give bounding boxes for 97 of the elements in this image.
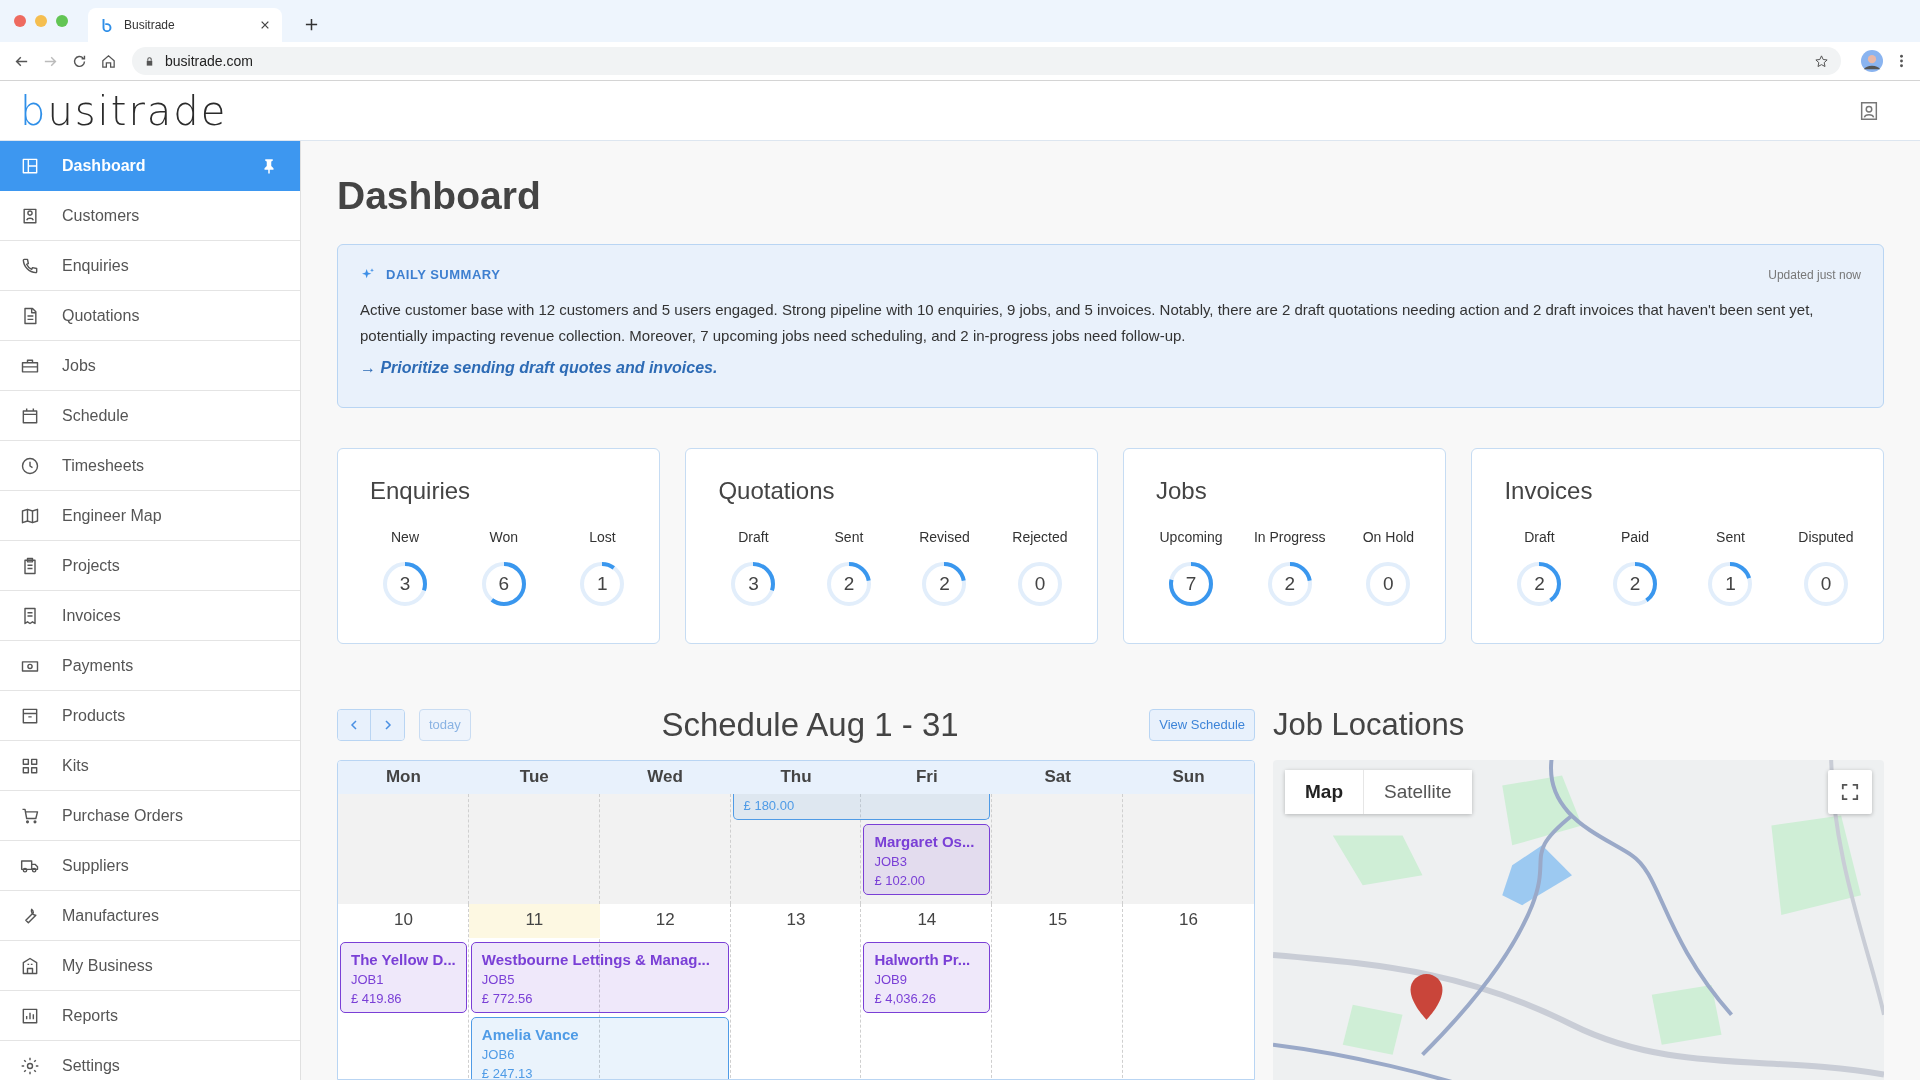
stat-label: Lost [589,528,616,545]
browser-tab[interactable]: Busitrade [88,8,282,42]
sidebar-item[interactable]: Settings [0,1041,300,1080]
updated-time: Updated just now [1768,267,1861,282]
home-icon[interactable] [100,52,117,70]
stat-label: Disputed [1798,528,1854,545]
address-bar[interactable]: busitrade.com [132,47,1841,75]
event-title: Halworth Pr... [874,950,972,968]
stat-label: Won [489,528,518,545]
stat-label: Revised [919,528,970,545]
lock-icon [144,55,155,67]
stat-label: Rejected [1012,528,1068,545]
card-title: Quotations [718,476,836,505]
event-job: JOB1 [351,971,385,987]
stat-label: Paid [1620,528,1649,545]
browser-menu-icon[interactable] [1899,53,1904,69]
date-number[interactable]: 10 [338,903,469,938]
map-type-button[interactable]: Map [1285,769,1363,814]
calendar-event[interactable]: Margaret Os... JOB3 £ 102.00 [863,823,991,895]
weekday-header: Sun [1171,767,1206,788]
sidebar-item[interactable]: Schedule [0,391,300,441]
close-tab-icon[interactable] [260,20,270,30]
event-job: JOB3 [874,853,908,869]
date-number[interactable]: 11 [468,903,600,938]
summary-title: DAILY SUMMARY [386,267,502,283]
sidebar-item[interactable]: Jobs [0,341,300,391]
stat-label: Upcoming [1159,528,1223,545]
stat-label: Draft [738,528,769,545]
weekday-header: Sat [1043,767,1072,788]
sidebar-item[interactable]: Projects [0,541,300,591]
card-title: Jobs [1156,476,1208,505]
account-icon[interactable] [1858,99,1880,122]
fullscreen-button[interactable] [1828,769,1872,814]
event-amount: £ 772.56 [481,990,534,1006]
event-title: Margaret Os... [874,832,976,850]
sidebar-item[interactable]: Products [0,691,300,741]
event-job: JOB6 [481,1046,516,1062]
map-title: Job Locations [1273,707,1466,742]
stat-label: New [391,528,419,545]
event-title: The Yellow D... [351,950,456,968]
sidebar-item[interactable]: Payments [0,641,300,691]
favicon-icon [100,18,114,32]
calendar-event[interactable]: Halworth Pr... JOB9 £ 4,036.26 [863,941,991,1013]
new-tab-icon[interactable] [304,17,319,32]
event-job: JOB5 [481,971,516,987]
card-title: Invoices [1504,476,1594,505]
weekday-header: Wed [646,767,684,788]
page-title: Dashboard [337,173,542,219]
sidebar-item[interactable]: Timesheets [0,441,300,491]
weekday-header: Fri [915,767,939,788]
bookmark-star-icon[interactable] [1814,53,1829,69]
sidebar-item[interactable]: Enquiries [0,241,300,291]
sidebar-item[interactable]: Customers [0,191,300,241]
event-title: Westbourne Lettings & Manag... [481,950,711,968]
summary-recommendation: → Prioritize sending draft quotes and invoices. [360,358,719,377]
date-number[interactable]: 13 [730,903,862,938]
clock-icon [20,455,40,476]
event-amount: £ 4,036.26 [874,990,937,1006]
fullscreen-icon [1841,782,1859,801]
stat-label: Sent [1716,528,1745,545]
stat-label: Draft [1524,528,1555,545]
sidebar-item[interactable]: Manufactures [0,891,300,941]
weekday-header: Mon [384,767,422,788]
busitrade-logo[interactable]: b usitrade [20,90,228,131]
sidebar-item[interactable]: My Business [0,941,300,991]
stat-label: On Hold [1362,528,1415,545]
sidebar-item[interactable]: Invoices [0,591,300,641]
sidebar-item[interactable]: Purchase Orders [0,791,300,841]
event-amount: £ 419.86 [351,990,403,1006]
close-window-icon[interactable] [14,15,26,27]
building-icon [20,955,40,976]
stat-label: In Progress [1253,528,1326,545]
schedule-title: Schedule Aug 1 - 31 [660,705,960,744]
date-number[interactable]: 16 [1123,903,1254,938]
sidebar-item[interactable]: Quotations [0,291,300,341]
sidebar-item[interactable]: Engineer Map [0,491,300,541]
event-amount: £ 247.13 [481,1065,534,1079]
calendar-event[interactable]: The Yellow D... JOB1 £ 419.86 [340,941,467,1013]
map-type-button[interactable]: Satellite [1363,769,1472,814]
profile-avatar-icon[interactable] [1861,50,1883,72]
date-number[interactable]: 14 [861,903,993,938]
event-amount: £ 180.00 [743,797,796,813]
event-amount: £ 102.00 [874,872,927,888]
event-job: JOB9 [874,971,908,987]
weekday-header: Tue [518,767,550,788]
calendar-event[interactable]: Westbourne Lettings & Manag... JOB5 £ 772.56 [470,941,729,1013]
date-number[interactable]: 12 [599,903,731,938]
stat-label: Sent [834,528,864,545]
event-title: Amelia Vance [481,1025,580,1043]
sidebar-item[interactable]: Reports [0,991,300,1041]
sidebar-item[interactable]: Kits [0,741,300,791]
date-number[interactable]: 15 [992,903,1124,938]
sidebar-item[interactable]: Suppliers [0,841,300,891]
card-title: Enquiries [370,476,472,505]
summary-text: Active customer base with 12 customers and 5 users engaged. Strong pipeline with 10 enquiries, 9 jobs, and 5 invoices. Notably, there are 2 draft quotations needing action and 2 draft invoices that haven't been sent yet, potentially impacting revenue collection. Moreover, 7 upcoming jobs need scheduling, and 2 in-progress jobs need follow-up. [360,299,1815,346]
weekday-header: Thu [779,767,813,788]
chevron-left-icon [348,718,360,731]
